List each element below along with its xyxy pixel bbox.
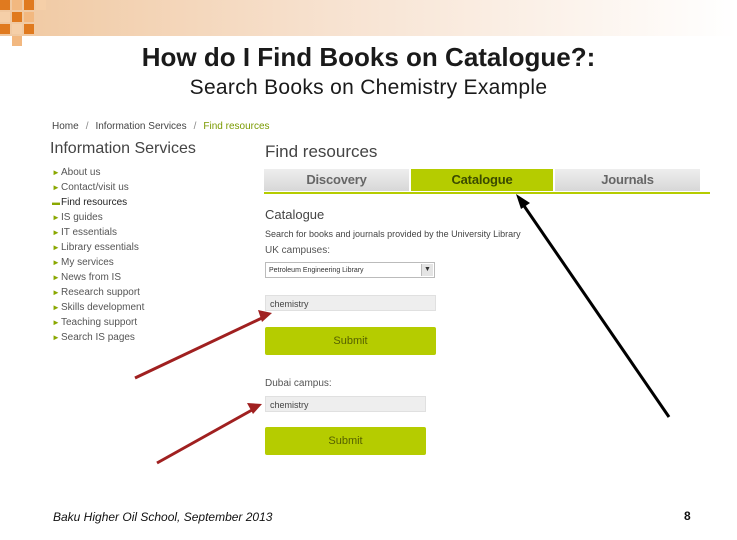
- page-number: 8: [684, 509, 691, 523]
- footer-text: Baku Higher Oil School, September 2013: [53, 510, 273, 524]
- arrow-to-uk-search-input: [134, 310, 272, 380]
- annotation-arrows: [134, 194, 671, 465]
- arrow-to-catalogue-tab: [516, 194, 671, 418]
- arrow-to-dubai-search-input: [156, 403, 262, 465]
